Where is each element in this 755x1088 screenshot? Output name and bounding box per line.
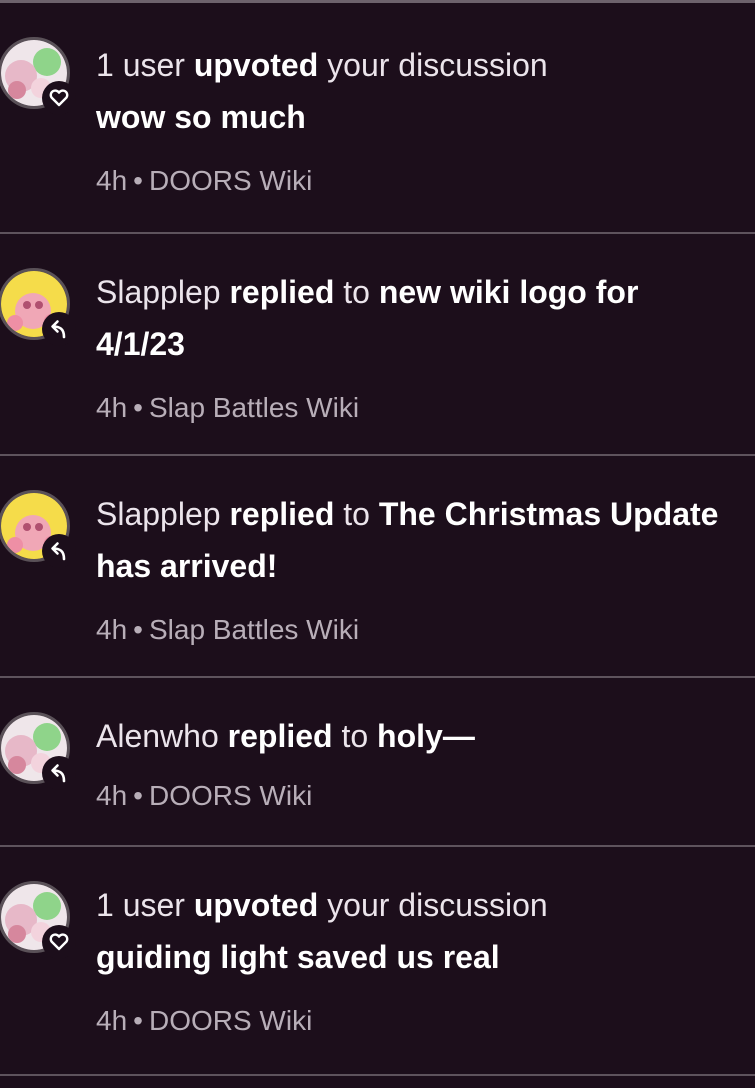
wiki-name[interactable]: Slap Battles Wiki <box>149 392 359 423</box>
actor-name[interactable]: Slapplep <box>96 496 221 532</box>
avatar-container <box>0 881 76 959</box>
action-verb: replied <box>227 718 333 754</box>
action-verb: replied <box>229 496 335 532</box>
discussion-title[interactable]: holy— <box>377 718 475 754</box>
timestamp: 4h <box>96 392 128 423</box>
heart-icon <box>42 925 76 959</box>
notification-text: Slapplep replied to The Christmas Update… <box>96 488 725 650</box>
wiki-name[interactable]: DOORS Wiki <box>149 1005 312 1036</box>
notification-item[interactable]: 1 user upvoted your discussion wow so mu… <box>0 3 755 234</box>
notification-headline: Slapplep replied to The Christmas Update… <box>96 488 725 592</box>
timestamp: 4h <box>96 780 128 811</box>
timestamp: 4h <box>96 1005 128 1036</box>
connector-text: to <box>341 718 369 754</box>
notification-headline: 1 user upvoted your discussion <box>96 39 725 91</box>
notification-headline: Slapplep replied to new wiki logo for 4/… <box>96 266 725 370</box>
timestamp: 4h <box>96 614 128 645</box>
wiki-name[interactable]: DOORS Wiki <box>149 780 312 811</box>
reply-arrow-icon <box>42 312 76 346</box>
discussion-title[interactable]: guiding light saved us real <box>96 931 725 983</box>
notification-text: Alenwho replied to holy— 4h • DOORS Wiki <box>96 710 725 816</box>
wiki-name[interactable]: Slap Battles Wiki <box>149 614 359 645</box>
notification-meta: 4h • DOORS Wiki <box>96 776 725 816</box>
meta-separator: • <box>133 614 143 645</box>
notification-meta: 4h • Slap Battles Wiki <box>96 388 725 428</box>
avatar-container <box>0 37 76 115</box>
action-verb: upvoted <box>193 887 319 923</box>
connector-text: your discussion <box>327 47 548 83</box>
notification-item[interactable]: Alenwho replied to holy— 4h • DOORS Wiki <box>0 678 755 847</box>
reply-arrow-icon <box>42 756 76 790</box>
notification-text: 1 user upvoted your discussion wow so mu… <box>96 39 725 201</box>
meta-separator: • <box>133 1005 143 1036</box>
actor-name: 1 user <box>96 47 185 83</box>
heart-icon <box>42 81 76 115</box>
action-verb: upvoted <box>193 47 319 83</box>
action-verb: replied <box>229 274 335 310</box>
timestamp: 4h <box>96 165 128 196</box>
meta-separator: • <box>133 780 143 811</box>
meta-separator: • <box>133 392 143 423</box>
notification-list: 1 user upvoted your discussion wow so mu… <box>0 3 755 1076</box>
notification-item[interactable]: Slapplep replied to new wiki logo for 4/… <box>0 234 755 456</box>
notification-meta: 4h • DOORS Wiki <box>96 1001 725 1041</box>
wiki-name[interactable]: DOORS Wiki <box>149 165 312 196</box>
connector-text: to <box>343 274 370 310</box>
avatar-container <box>0 268 76 346</box>
notification-text: Slapplep replied to new wiki logo for 4/… <box>96 266 725 428</box>
notification-meta: 4h • DOORS Wiki <box>96 161 725 201</box>
notification-text: 1 user upvoted your discussion guiding l… <box>96 879 725 1041</box>
meta-separator: • <box>133 165 143 196</box>
actor-name[interactable]: Alenwho <box>96 718 219 754</box>
notification-headline: Alenwho replied to holy— <box>96 710 725 762</box>
notification-meta: 4h • Slap Battles Wiki <box>96 610 725 650</box>
notification-item[interactable]: 1 user upvoted your discussion guiding l… <box>0 847 755 1076</box>
notification-headline: 1 user upvoted your discussion <box>96 879 725 931</box>
connector-text: to <box>343 496 370 532</box>
discussion-title[interactable]: wow so much <box>96 91 725 143</box>
reply-arrow-icon <box>42 534 76 568</box>
actor-name[interactable]: Slapplep <box>96 274 221 310</box>
avatar-container <box>0 712 76 790</box>
notification-item[interactable]: Slapplep replied to The Christmas Update… <box>0 456 755 678</box>
connector-text: your discussion <box>327 887 548 923</box>
actor-name: 1 user <box>96 887 185 923</box>
avatar-container <box>0 490 76 568</box>
